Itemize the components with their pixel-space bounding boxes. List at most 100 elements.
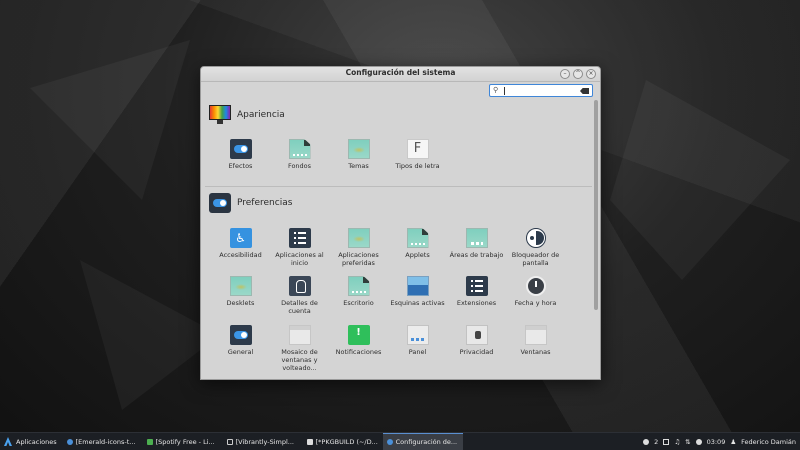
item-applets[interactable]: Applets [388, 228, 447, 259]
task-spotify[interactable]: [Spotify Free - Li... [143, 433, 223, 450]
maximize-button[interactable]: ^ [573, 69, 583, 79]
search-input[interactable]: ⚲ [489, 84, 593, 97]
item-ventanas[interactable]: Ventanas [506, 325, 565, 356]
section-header-preferences: Preferencias [209, 192, 292, 214]
section-header-appearance: Apariencia [209, 104, 285, 126]
volume-icon[interactable] [695, 438, 702, 445]
item-efectos[interactable]: Efectos [211, 139, 270, 170]
item-accesibilidad[interactable]: ♿ Accesibilidad [211, 228, 270, 259]
clock-icon [525, 276, 546, 296]
scrollbar-thumb[interactable] [594, 100, 598, 310]
item-label: Efectos [228, 162, 253, 170]
search-icon: ⚲ [493, 86, 499, 94]
task-label: [Spotify Free - Li... [155, 437, 215, 446]
item-label: Extensiones [456, 299, 497, 307]
item-label: Aplicaciones preferidas [338, 251, 379, 267]
task-system-settings[interactable]: Configuración de... [382, 433, 463, 450]
task-emerald[interactable]: [Emerald-icons-t... [63, 433, 143, 450]
section-divider [205, 186, 592, 187]
window-title: Configuración del sistema [345, 68, 456, 77]
settings-content: Apariencia Efectos Fondos Temas F Tipos … [201, 100, 594, 379]
text-cursor [504, 87, 505, 95]
music-icon[interactable]: ♫ [674, 438, 680, 446]
vertical-scrollbar[interactable] [593, 100, 599, 377]
item-label: Escritorio [343, 299, 374, 307]
item-general[interactable]: General [211, 325, 270, 356]
item-desklets[interactable]: Desklets [211, 276, 270, 307]
item-label: Tipos de letra [395, 162, 440, 170]
item-label: Bloqueador de pantalla [511, 251, 560, 267]
item-escritorio[interactable]: Escritorio [329, 276, 388, 307]
info-icon[interactable] [643, 438, 650, 445]
item-label: Temas [348, 162, 369, 170]
item-panel[interactable]: Panel [388, 325, 447, 356]
item-temas[interactable]: Temas [329, 139, 388, 170]
toggle-icon [229, 325, 252, 345]
item-fondos[interactable]: Fondos [270, 139, 329, 170]
item-esquinas-activas[interactable]: Esquinas activas [388, 276, 447, 307]
item-label: Áreas de trabajo [449, 251, 504, 259]
task-label: [Emerald-icons-t... [75, 437, 136, 446]
item-detalles-de-cuenta[interactable]: Detalles de cuenta [270, 276, 329, 315]
toggle-icon [209, 193, 231, 213]
clear-search-icon[interactable] [580, 88, 589, 94]
item-mosaico-de-ventanas[interactable]: Mosaico de ventanas y volteado... [270, 325, 329, 372]
wallpaper-shard [80, 260, 220, 410]
item-bloqueador-de-pantalla[interactable]: Bloqueador de pantalla [506, 228, 565, 267]
workspace-switcher-icon[interactable] [663, 438, 670, 445]
notifications-icon [347, 325, 370, 345]
item-label: Desklets [226, 299, 255, 307]
task-label: [Vibrantly-Simpl... [235, 437, 294, 446]
extensions-icon [465, 276, 488, 296]
panel-icon [406, 325, 429, 345]
accessibility-icon: ♿ [229, 228, 252, 248]
desklets-icon [229, 276, 252, 296]
wallpaper-shard [30, 40, 190, 200]
minimize-button[interactable]: – [560, 69, 570, 79]
task-label: [*PKGBUILD (~/D... [315, 437, 378, 446]
startup-apps-icon [288, 228, 311, 248]
task-vibrantly[interactable]: [Vibrantly-Simpl... [223, 433, 303, 450]
workspace-number[interactable]: 2 [654, 438, 658, 446]
item-label: Detalles de cuenta [281, 299, 318, 315]
item-aplicaciones-al-inicio[interactable]: Aplicaciones al inicio [270, 228, 329, 267]
applets-icon [406, 228, 429, 248]
window-tiling-icon [288, 325, 311, 345]
wallpaper-shard [610, 80, 790, 280]
item-privacidad[interactable]: Privacidad [447, 325, 506, 356]
item-areas-de-trabajo[interactable]: Áreas de trabajo [447, 228, 506, 259]
windows-icon [524, 325, 547, 345]
user-icon: ♟ [730, 437, 737, 446]
window-titlebar[interactable]: Configuración del sistema – ^ × [201, 67, 600, 82]
clock[interactable]: 03:09 [707, 438, 726, 446]
monitor-icon [209, 105, 231, 125]
item-label: Aplicaciones al inicio [275, 251, 324, 267]
browser-icon [66, 438, 73, 445]
close-button[interactable]: × [586, 69, 596, 79]
user-name[interactable]: Federico Damián [741, 438, 796, 446]
item-label: General [227, 348, 254, 356]
toolbar: ⚲ [201, 82, 600, 99]
item-notificaciones[interactable]: Notificaciones [329, 325, 388, 356]
applications-menu-button[interactable]: Aplicaciones [0, 433, 63, 450]
item-label: Notificaciones [335, 348, 382, 356]
item-label: Ventanas [520, 348, 551, 356]
account-icon [288, 276, 311, 296]
item-label: Esquinas activas [390, 299, 445, 307]
text-editor-icon [306, 438, 313, 445]
task-label: Configuración de... [395, 438, 458, 446]
system-settings-window: Configuración del sistema – ^ × ⚲ Aparie… [200, 66, 601, 380]
item-label: Privacidad [459, 348, 494, 356]
arch-logo-icon [4, 437, 12, 446]
section-title: Apariencia [237, 110, 285, 120]
themes-icon [347, 139, 370, 159]
item-label: Panel [408, 348, 427, 356]
hot-corners-icon [406, 276, 429, 296]
item-fecha-y-hora[interactable]: Fecha y hora [506, 276, 565, 307]
wallpaper-icon [288, 139, 311, 159]
item-tipos-de-letra[interactable]: F Tipos de letra [388, 139, 447, 170]
item-aplicaciones-preferidas[interactable]: Aplicaciones preferidas [329, 228, 388, 267]
network-icon[interactable]: ⇅ [685, 438, 690, 446]
item-extensiones[interactable]: Extensiones [447, 276, 506, 307]
task-pkgbuild[interactable]: [*PKGBUILD (~/D... [303, 433, 383, 450]
